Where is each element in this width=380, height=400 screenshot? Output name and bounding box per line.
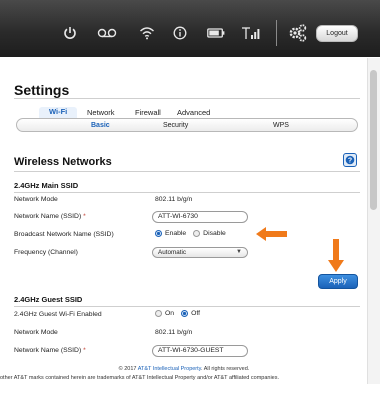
- network-mode-label: Network Mode: [14, 196, 58, 203]
- subtab-basic[interactable]: Basic: [91, 122, 110, 129]
- guest-on-radio[interactable]: [155, 310, 162, 317]
- wifi-icon[interactable]: [138, 23, 156, 43]
- network-mode-value: 802.11 b/g/n: [155, 196, 193, 203]
- tab-firewall[interactable]: Firewall: [135, 108, 161, 117]
- tab-network[interactable]: Network: [87, 108, 115, 117]
- guest-off-radio[interactable]: [181, 310, 189, 317]
- footer-link[interactable]: AT&T Intellectual Property: [138, 366, 201, 372]
- tab-advanced[interactable]: Advanced: [177, 108, 210, 117]
- subtab-security[interactable]: Security: [163, 122, 188, 129]
- guest-network-mode-label: Network Mode: [14, 329, 58, 336]
- guest-ssid-divider: [14, 306, 360, 307]
- footer-copyright: © 2017 AT&T Intellectual Property. All r…: [118, 366, 250, 372]
- page-title: Settings: [14, 82, 70, 98]
- guest-ssid-input[interactable]: ATT-WI-6730-GUEST: [152, 345, 248, 357]
- header-separator: [276, 20, 277, 46]
- svg-text:?: ?: [348, 158, 352, 165]
- power-icon[interactable]: [62, 23, 78, 43]
- arrow-down-icon: [328, 239, 344, 272]
- info-icon[interactable]: [172, 23, 188, 43]
- main-ssid-title: 2.4GHz Main SSID: [14, 181, 79, 190]
- footer-trademark: other AT&T marks contained herein are tr…: [0, 375, 280, 381]
- main-ssid-divider: [14, 192, 360, 193]
- scrollbar-thumb[interactable]: [370, 70, 377, 210]
- ssid-label: Network Name (SSID) *: [14, 213, 86, 220]
- sub-tabs: Basic Security WPS: [16, 118, 358, 132]
- title-divider: [14, 98, 360, 99]
- header-bar: Logout: [0, 0, 380, 57]
- signal-icon[interactable]: [240, 23, 262, 43]
- guest-network-mode-value: 802.11 b/g/n: [155, 329, 193, 336]
- apply-button[interactable]: Apply: [318, 274, 358, 289]
- guest-enabled-radio-group: On Off: [155, 310, 207, 317]
- guest-ssid-label: Network Name (SSID) *: [14, 347, 86, 354]
- subtab-wps[interactable]: WPS: [273, 122, 289, 129]
- section-title: Wireless Networks: [14, 156, 112, 168]
- help-icon[interactable]: ?: [343, 153, 357, 167]
- broadcast-enable-radio[interactable]: [155, 230, 162, 237]
- logout-button[interactable]: Logout: [316, 25, 358, 42]
- settings-icon[interactable]: [287, 21, 309, 45]
- section-divider: [14, 171, 360, 172]
- broadcast-radio-group: Enable Disable: [155, 230, 233, 237]
- ssid-input[interactable]: ATT-WI-6730: [152, 211, 248, 223]
- battery-icon[interactable]: [206, 23, 226, 43]
- guest-ssid-title: 2.4GHz Guest SSID: [14, 295, 83, 304]
- broadcast-label: Broadcast Network Name (SSID): [14, 231, 114, 238]
- channel-select[interactable]: Automatic ▼: [152, 247, 248, 258]
- broadcast-disable-radio[interactable]: [193, 230, 201, 237]
- channel-label: Frequency (Channel): [14, 249, 78, 256]
- guest-enabled-label: 2.4GHz Guest Wi-Fi Enabled: [14, 311, 102, 318]
- arrow-left-icon: [256, 227, 287, 241]
- chevron-down-icon: ▼: [236, 249, 242, 255]
- voicemail-icon[interactable]: [96, 23, 118, 43]
